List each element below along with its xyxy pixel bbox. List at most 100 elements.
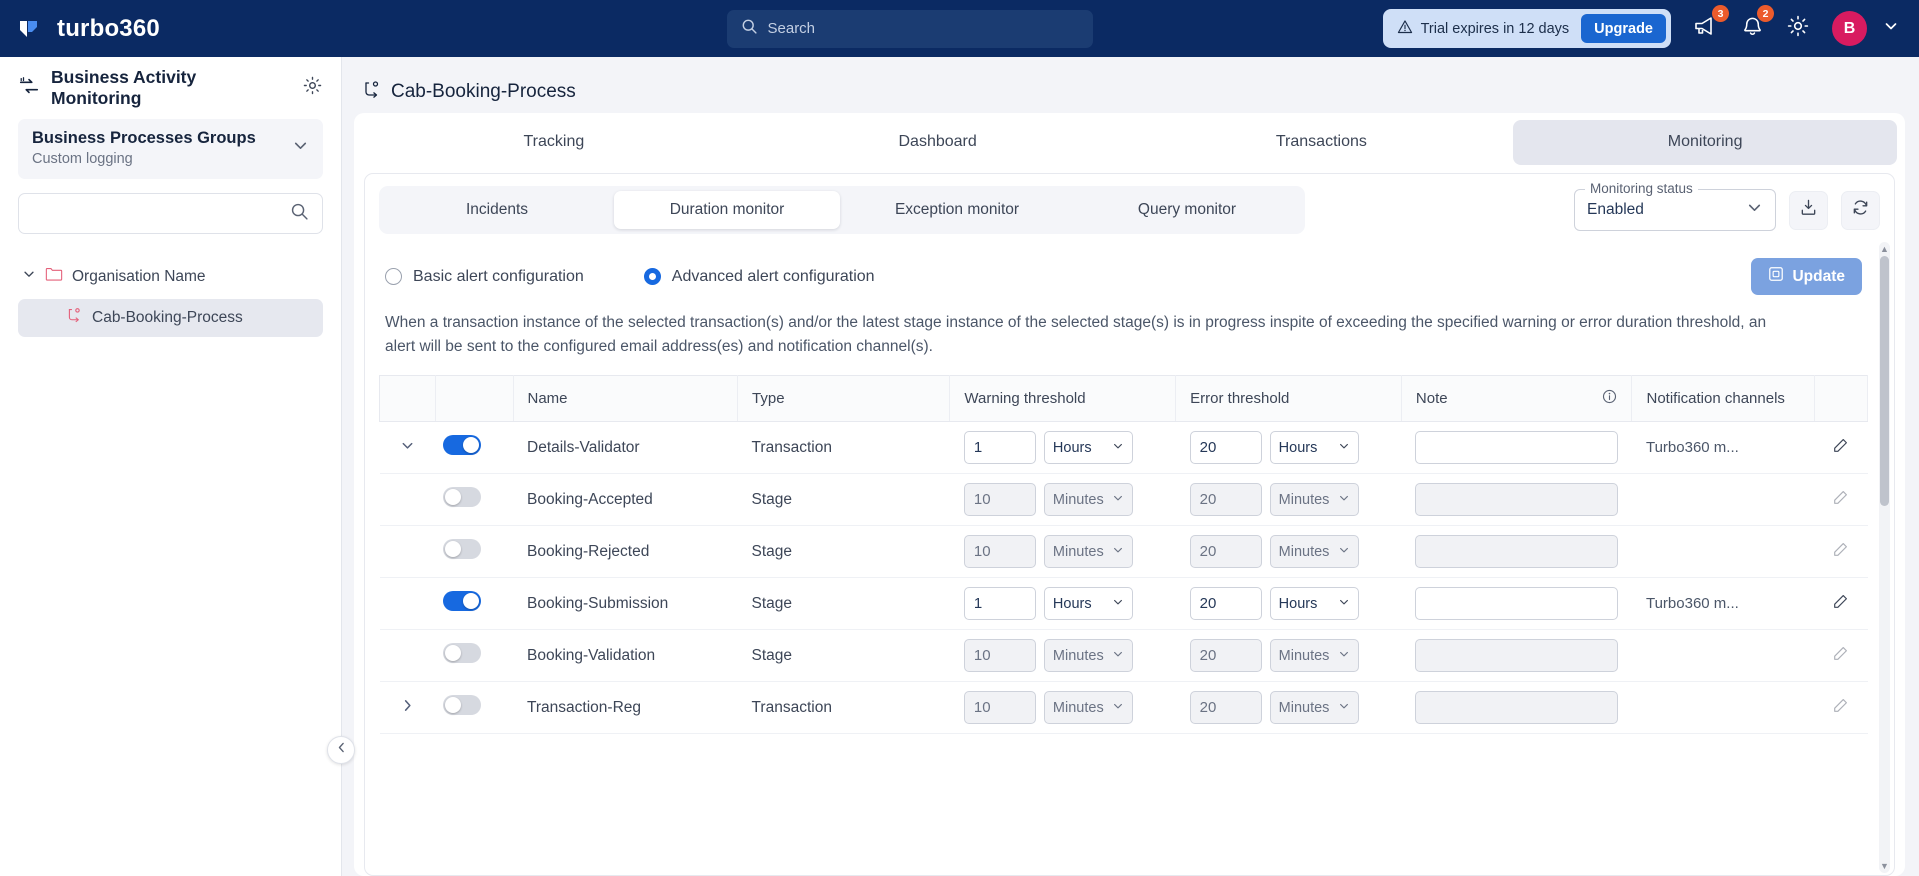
notifications-button[interactable]: 2 [1741,5,1774,43]
row-enable-toggle[interactable] [443,539,482,560]
warning-threshold-input[interactable] [963,483,1036,517]
note-input[interactable] [1415,691,1618,725]
warning-unit-select[interactable]: Hours [1043,431,1133,465]
basic-alert-configuration-radio[interactable]: Basic alert configuration [385,268,584,286]
sidebar-item-cab-booking-process[interactable]: Cab-Booking-Process [18,299,323,337]
error-unit-select[interactable]: Minutes [1269,639,1359,673]
row-channels: Turbo360 m... [1631,421,1815,475]
monitoring-status-select[interactable]: Monitoring status Enabled [1574,181,1776,231]
row-enable-toggle[interactable] [443,591,482,612]
advanced-alert-configuration-radio[interactable]: Advanced alert configuration [643,268,875,286]
error-threshold-input[interactable] [1189,691,1262,725]
edit-icon[interactable] [1832,592,1850,610]
scroll-down-arrow-icon[interactable]: ▼ [1880,861,1889,871]
toggle-knob [463,437,480,454]
chevron-down-icon [1338,492,1350,508]
row-enable-toggle[interactable] [443,487,482,508]
row-channels: Turbo360 m... [1631,577,1815,631]
row-enable-toggle[interactable] [443,435,482,456]
search-icon[interactable] [290,202,309,226]
sidebar-collapse-button[interactable] [327,736,355,764]
subtab-duration-monitor[interactable]: Duration monitor [614,191,840,229]
announcements-button[interactable]: 3 [1693,5,1729,43]
scrollbar-thumb[interactable] [1880,256,1889,506]
edit-icon[interactable] [1832,488,1850,506]
error-threshold-input[interactable] [1189,587,1262,621]
note-input[interactable] [1415,535,1618,569]
row-expander[interactable] [379,421,436,475]
scroll-up-arrow-icon[interactable]: ▲ [1880,244,1889,254]
warning-threshold-input[interactable] [963,691,1036,725]
tab-transactions[interactable]: Transactions [1130,120,1514,165]
chevron-down-icon [1112,492,1124,508]
refresh-icon [1851,198,1870,222]
edit-icon[interactable] [1832,436,1850,454]
row-expander [379,577,436,631]
row-enable-toggle[interactable] [443,643,482,664]
brand[interactable]: turbo360 [14,14,160,44]
refresh-button[interactable] [1841,190,1880,230]
row-error-threshold: Hours [1175,577,1402,631]
sidebar-search-input[interactable] [32,204,290,223]
user-menu[interactable]: B [1832,11,1899,46]
chevron-down-icon[interactable] [400,440,415,457]
subtab-incidents[interactable]: Incidents [384,191,610,229]
tab-tracking[interactable]: Tracking [362,120,746,165]
row-error-threshold: Hours [1175,421,1402,475]
warning-unit-select[interactable]: Minutes [1043,691,1133,725]
warning-threshold-input[interactable] [963,535,1036,569]
tab-monitoring[interactable]: Monitoring [1513,120,1897,165]
warning-unit-select[interactable]: Minutes [1043,639,1133,673]
note-input[interactable] [1415,483,1618,517]
table-body: Details-Validator Transaction Hours [379,421,1868,735]
row-warning-threshold: Minutes [949,525,1176,579]
main-content: Cab-Booking-Process Tracking Dashboard T… [342,57,1919,876]
row-warning-threshold: Hours [949,421,1176,475]
row-type: Transaction [737,681,950,735]
warning-threshold-input[interactable] [963,587,1036,621]
page-title: Cab-Booking-Process [391,81,576,102]
warning-threshold-input[interactable] [963,431,1036,465]
error-unit-select[interactable]: Minutes [1269,483,1359,517]
tab-dashboard[interactable]: Dashboard [746,120,1130,165]
chevron-right-icon[interactable] [400,699,415,717]
subtab-exception-monitor[interactable]: Exception monitor [844,191,1070,229]
business-processes-groups-selector[interactable]: Business Processes Groups Custom logging [18,119,323,179]
subtab-query-monitor[interactable]: Query monitor [1074,191,1300,229]
chevron-down-icon[interactable] [22,267,36,286]
warning-unit-select[interactable]: Hours [1043,587,1133,621]
edit-icon[interactable] [1832,540,1850,558]
info-icon[interactable] [1602,389,1617,408]
row-channels [1631,525,1815,579]
sidebar-settings-icon[interactable] [302,75,323,101]
warning-unit-select[interactable]: Minutes [1043,483,1133,517]
row-expander[interactable] [379,681,436,735]
note-input[interactable] [1415,431,1618,465]
row-warning-threshold: Minutes [949,629,1176,683]
note-input[interactable] [1415,639,1618,673]
error-threshold-input[interactable] [1189,639,1262,673]
row-enable-toggle[interactable] [443,695,482,716]
settings-button[interactable] [1786,14,1810,43]
error-unit-select[interactable]: Hours [1269,587,1359,621]
error-unit-select[interactable]: Hours [1269,431,1359,465]
warning-unit-value: Hours [1052,595,1092,612]
update-button[interactable]: Update [1751,258,1862,295]
edit-icon[interactable] [1832,696,1850,714]
error-threshold-input[interactable] [1189,535,1262,569]
sidebar-search[interactable] [18,193,323,234]
warning-threshold-input[interactable] [963,639,1036,673]
upgrade-button[interactable]: Upgrade [1581,14,1666,43]
tree-node-organisation[interactable]: Organisation Name [18,260,323,293]
error-threshold-input[interactable] [1189,431,1262,465]
download-button[interactable] [1789,190,1828,230]
vertical-scrollbar[interactable]: ▲ ▼ [1879,242,1890,873]
edit-icon[interactable] [1832,644,1850,662]
note-input[interactable] [1415,587,1618,621]
search-input[interactable]: Search [726,9,1093,48]
error-threshold-input[interactable] [1189,483,1262,517]
error-unit-select[interactable]: Minutes [1269,691,1359,725]
warning-unit-select[interactable]: Minutes [1043,535,1133,569]
error-unit-select[interactable]: Minutes [1269,535,1359,569]
duration-monitor-table: Name Type Warning threshold Error thresh… [379,375,1869,735]
